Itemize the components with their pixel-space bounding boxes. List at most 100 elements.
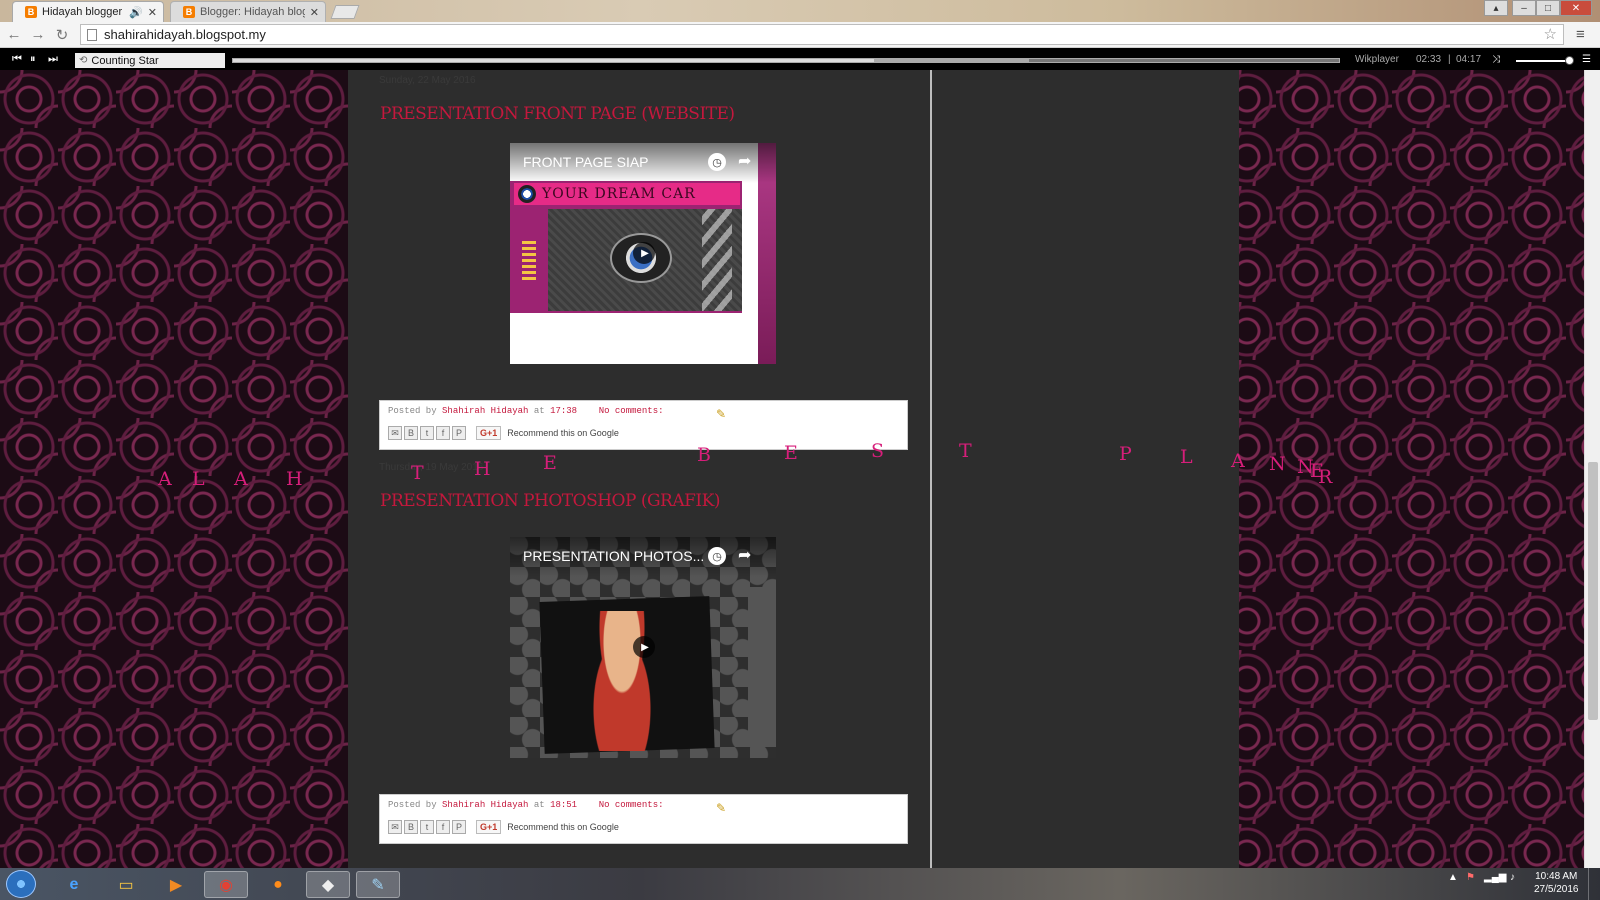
track-title: Counting Star [91,54,159,67]
blogger-favicon-icon: B [25,6,37,18]
volume-knob[interactable] [1565,56,1574,65]
pencil-icon[interactable]: ✎ [716,407,726,421]
windows-taskbar: e ▭ ▶ ◉ ● ◆ ✎ ▲ ⚑ ▂▄▆ ♪ 10:48 AM 27/5/20… [0,868,1600,900]
scrollbar-thumb[interactable] [1588,462,1598,720]
elapsed-time: 02:33 [1416,54,1442,65]
email-icon[interactable]: ✉ [388,426,402,440]
playlist-icon[interactable]: ☰ [1582,54,1591,65]
pencil-icon[interactable]: ✎ [716,801,726,815]
at-label: at [533,406,545,416]
facebook-icon[interactable]: f [436,426,450,440]
email-icon[interactable]: ✉ [388,820,402,834]
pinterest-icon[interactable]: P [452,820,466,834]
show-desktop-button[interactable] [1588,868,1600,900]
flying-letter: L [192,468,205,490]
comments-link[interactable]: No comments: [599,406,664,416]
file-explorer-icon[interactable]: ▭ [104,871,148,898]
pause-icon[interactable]: ⏸ [30,53,36,66]
star-icon[interactable]: ☆ [1544,25,1557,43]
vertical-scrollbar[interactable] [1584,70,1600,868]
new-tab-button[interactable] [330,5,360,19]
post-date: Sunday, 22 May 2016 [379,75,476,86]
paint-icon[interactable]: ✎ [356,871,400,898]
hamburger-menu-icon[interactable]: ≡ [1576,26,1585,43]
gplus-button[interactable]: G+1 [476,426,502,440]
minimize-button[interactable]: – [1512,0,1536,16]
app-icon[interactable]: ◆ [306,871,350,898]
post-footer: Posted by Shahirah Hidayah at 17:38 No c… [379,400,908,450]
show-hidden-icons[interactable]: ▲ [1448,872,1458,883]
video-embed[interactable]: PRESENTATION PHOTOS... ◷ ➦ ▶ [510,537,776,758]
video-thumbnail: YOUR DREAM CAR [510,181,742,313]
close-window-button[interactable]: ✕ [1560,0,1592,16]
blogthis-icon[interactable]: B [404,426,418,440]
chrome-icon[interactable]: ◉ [204,871,248,898]
next-track-icon[interactable]: ⏭ [48,53,58,66]
total-time: 04:17 [1456,54,1482,65]
flying-letter: E [543,452,557,474]
post-time-link[interactable]: 18:51 [550,800,577,810]
blog-page: Sunday, 22 May 2016 PRESENTATION FRONT P… [0,70,1584,868]
audio-icon[interactable]: 🔊 [129,6,143,19]
flying-letter: E [784,442,798,464]
media-player-icon[interactable]: ▶ [154,871,198,898]
tab-label: Blogger: Hidayah blogger [200,6,305,18]
facebook-icon[interactable]: f [436,820,450,834]
tab-blogger-dashboard[interactable]: B Blogger: Hidayah blogger ✕ [170,1,326,22]
flying-letter: B [697,444,711,466]
flying-letter: A [158,468,172,490]
gplus-button[interactable]: G+1 [476,820,502,834]
start-button[interactable] [6,870,36,898]
seek-progress [233,59,875,62]
author-link[interactable]: Shahirah Hidayah [442,406,528,416]
posted-by-label: Posted by [388,800,437,810]
tab-close-icon[interactable]: ✕ [310,6,319,19]
posted-by-label: Posted by [388,406,437,416]
arrow-right-icon[interactable]: → [28,26,48,43]
reload-icon[interactable]: ↻ [52,26,72,44]
twitter-icon[interactable]: t [420,820,434,834]
arrow-left-icon[interactable]: ← [4,26,24,43]
shuffle-icon[interactable]: ⤨ [1492,54,1500,65]
watch-later-icon[interactable]: ◷ [708,547,726,565]
twitter-icon[interactable]: t [420,426,434,440]
tab-hidayah-blogger[interactable]: B Hidayah blogger 🔊 ✕ [12,1,164,22]
recommend-text: Recommend this on Google [507,428,619,438]
play-icon[interactable]: ▶ [633,636,655,658]
taskbar-clock[interactable]: 10:48 AM 27/5/2016 [1534,870,1579,896]
watch-later-icon[interactable]: ◷ [708,153,726,171]
volume-slider[interactable] [1516,56,1574,65]
pinterest-icon[interactable]: P [452,426,466,440]
user-icon[interactable]: ▴ [1484,0,1508,16]
volume-icon[interactable]: ♪ [1510,872,1515,883]
repeat-icon[interactable]: ⟲ [79,55,87,66]
comments-link[interactable]: No comments: [599,800,664,810]
clock-time: 10:48 AM [1535,871,1578,882]
flying-letter: A [1231,450,1245,472]
post-time-link[interactable]: 17:38 [550,406,577,416]
network-icon[interactable]: ▂▄▆ [1484,872,1506,883]
blogthis-icon[interactable]: B [404,820,418,834]
flying-letter: H [474,458,491,480]
firefox-icon[interactable]: ● [256,871,300,898]
author-link[interactable]: Shahirah Hidayah [442,800,528,810]
share-icon[interactable]: ➦ [738,545,751,565]
post-title[interactable]: PRESENTATION FRONT PAGE (WEBSITE) [380,104,735,124]
post-title[interactable]: PRESENTATION PHOTOSHOP (GRAFIK) [380,491,720,511]
action-center-icon[interactable]: ⚑ [1466,872,1475,883]
tab-close-icon[interactable]: ✕ [148,6,157,19]
flying-letter: N [1269,453,1286,475]
video-title[interactable]: FRONT PAGE SIAP [523,154,649,170]
internet-explorer-icon[interactable]: e [52,871,96,898]
flying-letter: S [871,440,885,462]
video-embed[interactable]: YOUR DREAM CAR FRONT PAGE SIAP ◷ ➦ ▶ [510,143,776,364]
previous-track-icon[interactable]: ⏮ [12,53,22,66]
video-title[interactable]: PRESENTATION PHOTOS... [523,548,704,564]
play-icon[interactable]: ▶ [633,242,655,264]
seek-bar[interactable] [232,58,1340,63]
share-icon[interactable]: ➦ [738,151,751,171]
maximize-button[interactable]: □ [1536,0,1560,16]
address-bar[interactable]: shahirahidayah.blogspot.my ☆ [80,24,1564,45]
address-url: shahirahidayah.blogspot.my [104,27,266,42]
photoshop-panel [748,587,776,747]
